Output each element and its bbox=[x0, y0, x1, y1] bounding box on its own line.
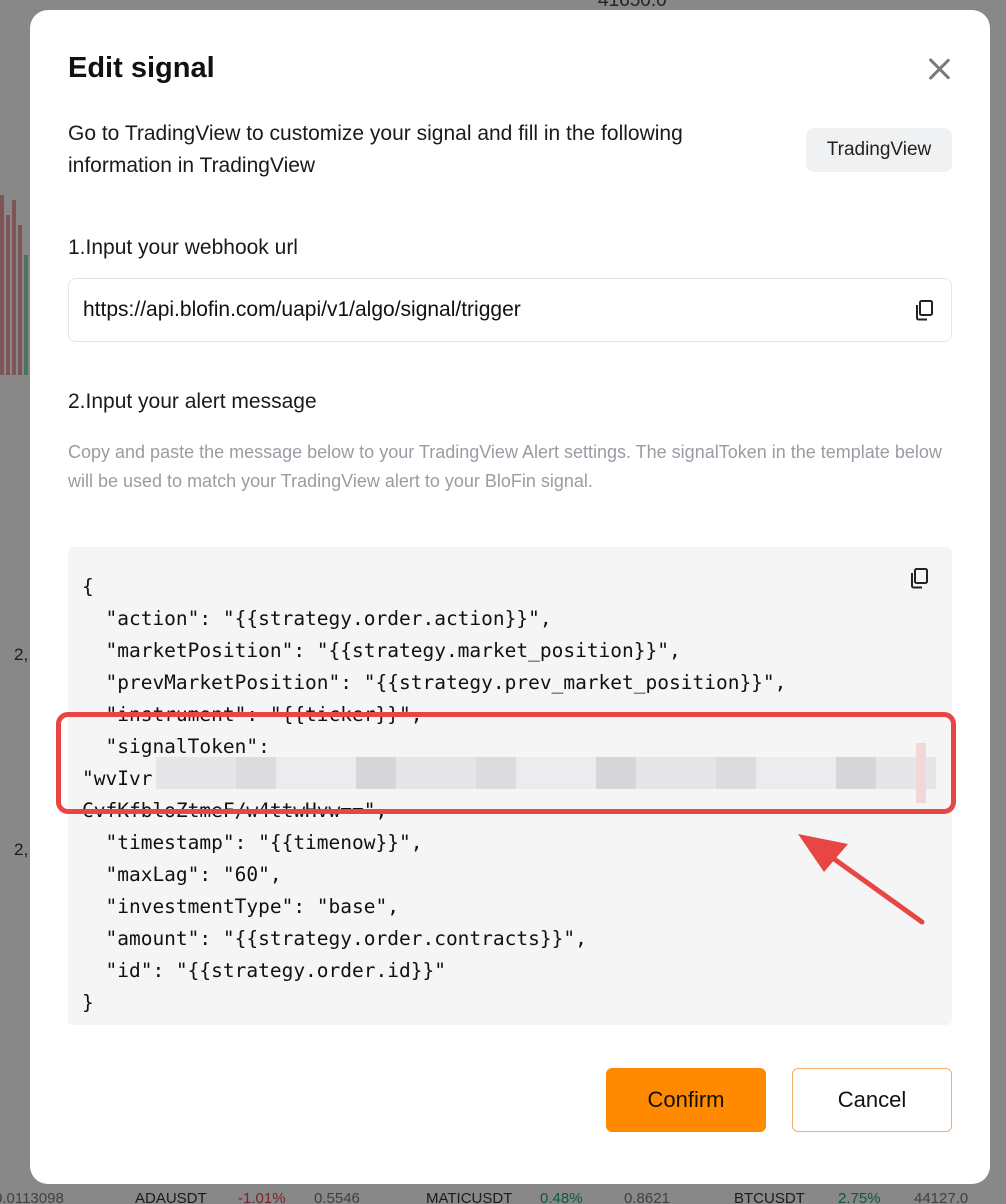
tradingview-button[interactable]: TradingView bbox=[806, 128, 952, 172]
copy-icon[interactable] bbox=[908, 567, 930, 589]
code-line: "instrument": "{{ticker}}", bbox=[82, 703, 423, 726]
redacted-token bbox=[156, 757, 936, 789]
code-line: CvfKfbloZtmeF/w4ttwHvw==", bbox=[82, 799, 388, 822]
alert-message-code[interactable]: { "action": "{{strategy.order.action}}",… bbox=[68, 547, 952, 1025]
close-icon[interactable] bbox=[922, 52, 956, 86]
webhook-url-input[interactable] bbox=[83, 298, 883, 322]
cancel-button[interactable]: Cancel bbox=[792, 1068, 952, 1132]
modal-title: Edit signal bbox=[68, 52, 215, 84]
code-line: "marketPosition": "{{strategy.market_pos… bbox=[82, 639, 681, 662]
code-line: "action": "{{strategy.order.action}}", bbox=[82, 607, 552, 630]
confirm-button[interactable]: Confirm bbox=[606, 1068, 766, 1132]
code-line: "maxLag": "60", bbox=[82, 863, 282, 886]
intro-text: Go to TradingView to customize your sign… bbox=[68, 122, 683, 177]
code-line: "amount": "{{strategy.order.contracts}}"… bbox=[82, 927, 587, 950]
code-line: { bbox=[82, 575, 94, 598]
step1-label: 1.Input your webhook url bbox=[68, 236, 298, 259]
copy-icon[interactable] bbox=[913, 299, 935, 321]
code-line: "prevMarketPosition": "{{strategy.prev_m… bbox=[82, 671, 787, 694]
redacted-token-edge bbox=[916, 743, 926, 803]
code-line: "timestamp": "{{timenow}}", bbox=[82, 831, 423, 854]
code-line: "id": "{{strategy.order.id}}" bbox=[82, 959, 446, 982]
code-line: } bbox=[82, 991, 94, 1014]
code-line: "signalToken": bbox=[82, 735, 270, 758]
code-line: "wvIvr bbox=[82, 767, 153, 790]
helper-text: Copy and paste the message below to your… bbox=[68, 442, 942, 491]
webhook-url-field bbox=[68, 278, 952, 342]
edit-signal-modal: Edit signal Go to TradingView to customi… bbox=[30, 10, 990, 1184]
step2-label: 2.Input your alert message bbox=[68, 390, 317, 413]
code-line: "investmentType": "base", bbox=[82, 895, 399, 918]
